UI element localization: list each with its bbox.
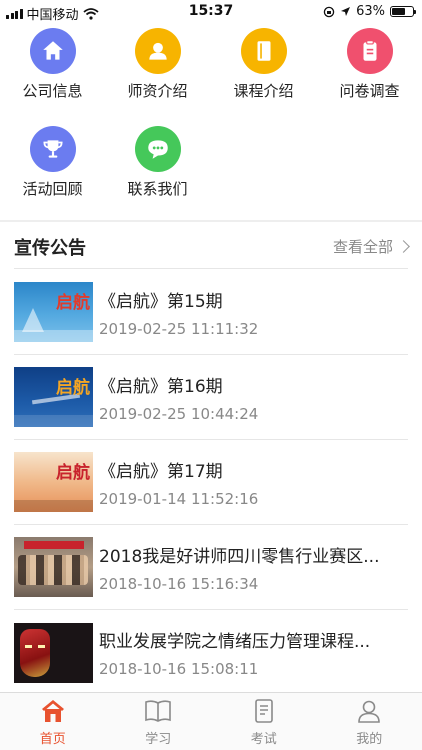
news-title: 《启航》第17期 <box>99 461 223 482</box>
news-time: 2018-10-16 15:16:34 <box>99 574 259 593</box>
battery-icon <box>390 6 416 17</box>
exam-icon <box>250 697 278 725</box>
book-icon <box>240 28 287 74</box>
news-thumbnail <box>14 622 93 683</box>
tab-profile[interactable]: 我的 <box>317 693 422 750</box>
menu-survey[interactable]: 问卷调查 <box>317 28 422 101</box>
view-all-link[interactable]: 查看全部 <box>332 236 410 257</box>
announcements-header: 宣传公告 查看全部 <box>14 225 410 269</box>
list-item[interactable]: 启航 《启航》第17期 2019-01-14 11:52:16 <box>14 440 408 525</box>
news-time: 2018-10-16 15:08:11 <box>99 660 259 678</box>
thumbnail-title: 启航 <box>56 293 90 313</box>
tab-label: 考试 <box>250 732 277 747</box>
list-item[interactable]: 职业发展学院之情绪压力管理课程... 2018-10-16 15:08:11 <box>14 610 408 695</box>
user-icon <box>134 28 181 74</box>
list-item[interactable]: 启航 《启航》第16期 2019-02-25 10:44:24 <box>14 355 408 440</box>
tab-study[interactable]: 学习 <box>106 693 212 750</box>
menu-label: 师资介绍 <box>127 82 188 100</box>
news-title: 职业发展学院之情绪压力管理课程... <box>99 632 371 652</box>
view-all-label: 查看全部 <box>332 238 393 256</box>
news-time: 2019-02-25 10:44:24 <box>99 404 259 423</box>
location-icon <box>341 7 351 16</box>
status-bar: 中国移动 15:37 63% <box>0 0 422 23</box>
news-time: 2019-02-25 11:11:32 <box>99 319 259 338</box>
thumbnail-title: 启航 <box>56 378 90 398</box>
menu-label: 公司信息 <box>22 82 83 100</box>
tab-label: 学习 <box>145 732 172 747</box>
news-thumbnail: 启航 <box>14 452 93 512</box>
menu-label: 活动回顾 <box>22 180 83 198</box>
battery-percent: 63% <box>356 4 385 19</box>
tab-label: 我的 <box>356 732 383 747</box>
tab-exam[interactable]: 考试 <box>211 693 317 750</box>
rotation-lock-icon <box>323 6 335 17</box>
list-item[interactable]: 2018我是好讲师四川零售行业赛区... 2018-10-16 15:16:34 <box>14 525 408 610</box>
tab-home[interactable]: 首页 <box>0 693 106 750</box>
section-divider <box>0 220 422 222</box>
tab-label: 首页 <box>39 732 66 747</box>
news-thumbnail <box>14 537 93 597</box>
bottom-tab-bar: 首页 学习 考试 我的 <box>0 692 422 750</box>
list-item[interactable]: 启航 《启航》第15期 2019-02-25 11:11:32 <box>14 270 408 355</box>
menu-courses[interactable]: 课程介绍 <box>211 28 316 101</box>
news-thumbnail: 启航 <box>14 367 93 427</box>
trophy-icon <box>29 126 76 172</box>
news-thumbnail: 启航 <box>14 282 93 342</box>
announcements-list: 启航 《启航》第15期 2019-02-25 11:11:32 启航 《启航》第… <box>14 270 408 695</box>
clipboard-icon <box>346 28 393 74</box>
menu-label: 联系我们 <box>127 180 188 198</box>
status-right: 63% <box>323 4 416 19</box>
home-icon <box>39 697 67 725</box>
book-icon <box>144 697 172 725</box>
menu-label: 课程介绍 <box>233 82 294 100</box>
news-title: 2018我是好讲师四川零售行业赛区... <box>99 546 380 567</box>
chat-icon <box>134 126 181 172</box>
news-title: 《启航》第16期 <box>99 376 223 397</box>
news-title: 《启航》第15期 <box>99 291 223 312</box>
news-time: 2019-01-14 11:52:16 <box>99 489 259 508</box>
thumbnail-title: 启航 <box>56 463 90 483</box>
menu-activity-review[interactable]: 活动回顾 <box>0 126 105 199</box>
menu-teachers[interactable]: 师资介绍 <box>105 28 210 101</box>
feature-menu: 公司信息 师资介绍 课程介绍 问卷调查 活动回顾 联系我们 <box>0 22 422 220</box>
menu-company-info[interactable]: 公司信息 <box>0 28 105 101</box>
chevron-right-icon <box>397 240 410 253</box>
menu-contact[interactable]: 联系我们 <box>105 126 210 199</box>
menu-label: 问卷调查 <box>339 82 400 100</box>
home-icon <box>29 28 76 74</box>
announcements-title: 宣传公告 <box>14 237 86 259</box>
profile-icon <box>355 697 383 725</box>
